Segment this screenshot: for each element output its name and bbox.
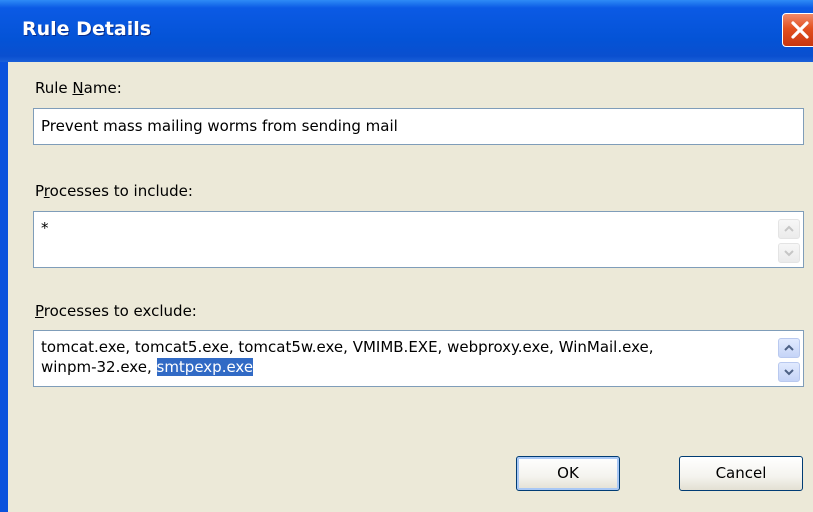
chevron-up-icon (784, 225, 794, 232)
close-icon (791, 21, 809, 39)
ok-button[interactable]: OK (516, 456, 620, 491)
rule-details-dialog: Rule Details Rule Name: Prevent mass mai… (0, 0, 813, 512)
processes-exclude-label: Processes to exclude: (35, 302, 197, 320)
selected-text: smtpexp.exe (156, 358, 254, 376)
chevron-down-icon (784, 250, 794, 257)
cancel-button[interactable]: Cancel (679, 456, 803, 491)
rule-name-label: Rule Name: (35, 79, 122, 97)
rule-name-input[interactable]: Prevent mass mailing worms from sending … (33, 108, 804, 145)
exclude-scroll-up-button[interactable] (778, 338, 800, 358)
exclude-line-2: winpm-32.exe, smtpexp.exe (41, 358, 254, 376)
rule-name-value: Prevent mass mailing worms from sending … (41, 117, 398, 135)
chevron-down-icon (784, 369, 794, 376)
exclude-scrollbar[interactable] (778, 334, 800, 383)
window-title: Rule Details (22, 18, 152, 40)
include-scrollbar[interactable] (778, 215, 800, 264)
dialog-body: Rule Name: Prevent mass mailing worms fr… (8, 62, 813, 512)
processes-include-value: * (41, 219, 49, 237)
processes-exclude-value: tomcat.exe, tomcat5.exe, tomcat5w.exe, V… (41, 337, 769, 377)
chevron-up-icon (784, 344, 794, 351)
include-scroll-down-button[interactable] (778, 243, 800, 263)
processes-include-label: Processes to include: (35, 182, 193, 200)
title-bar[interactable]: Rule Details (0, 0, 813, 62)
include-scroll-up-button[interactable] (778, 219, 800, 239)
exclude-scroll-down-button[interactable] (778, 362, 800, 382)
exclude-line-1: tomcat.exe, tomcat5.exe, tomcat5w.exe, V… (41, 338, 654, 356)
close-button[interactable] (782, 13, 813, 47)
processes-include-textarea[interactable]: * (33, 211, 804, 268)
processes-exclude-textarea[interactable]: tomcat.exe, tomcat5.exe, tomcat5w.exe, V… (33, 330, 804, 387)
